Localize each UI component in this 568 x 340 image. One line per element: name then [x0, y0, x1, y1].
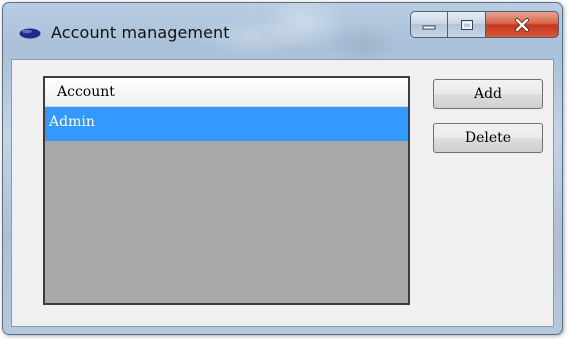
- list-item[interactable]: Admin: [45, 107, 408, 141]
- add-button[interactable]: Add: [433, 79, 543, 109]
- maximize-icon: [460, 19, 473, 30]
- minimize-icon: [422, 25, 436, 29]
- title-bar[interactable]: Account management: [3, 3, 562, 59]
- close-icon: [515, 17, 529, 32]
- app-oval-icon: [19, 28, 41, 39]
- close-button[interactable]: [486, 11, 559, 38]
- column-header-account[interactable]: Account: [45, 78, 408, 106]
- window-title: Account management: [51, 23, 230, 42]
- list-header: Account: [45, 78, 408, 107]
- delete-button[interactable]: Delete: [433, 123, 543, 153]
- caption-buttons: [410, 11, 559, 38]
- list-item-account: Admin: [49, 114, 95, 130]
- maximize-button[interactable]: [448, 11, 486, 38]
- accounts-list[interactable]: Account Admin: [43, 76, 410, 305]
- client-area: Account Admin Add Delete: [11, 59, 554, 327]
- account-management-window: Account management Account Admin Add Del…: [2, 2, 563, 335]
- minimize-button[interactable]: [410, 11, 448, 38]
